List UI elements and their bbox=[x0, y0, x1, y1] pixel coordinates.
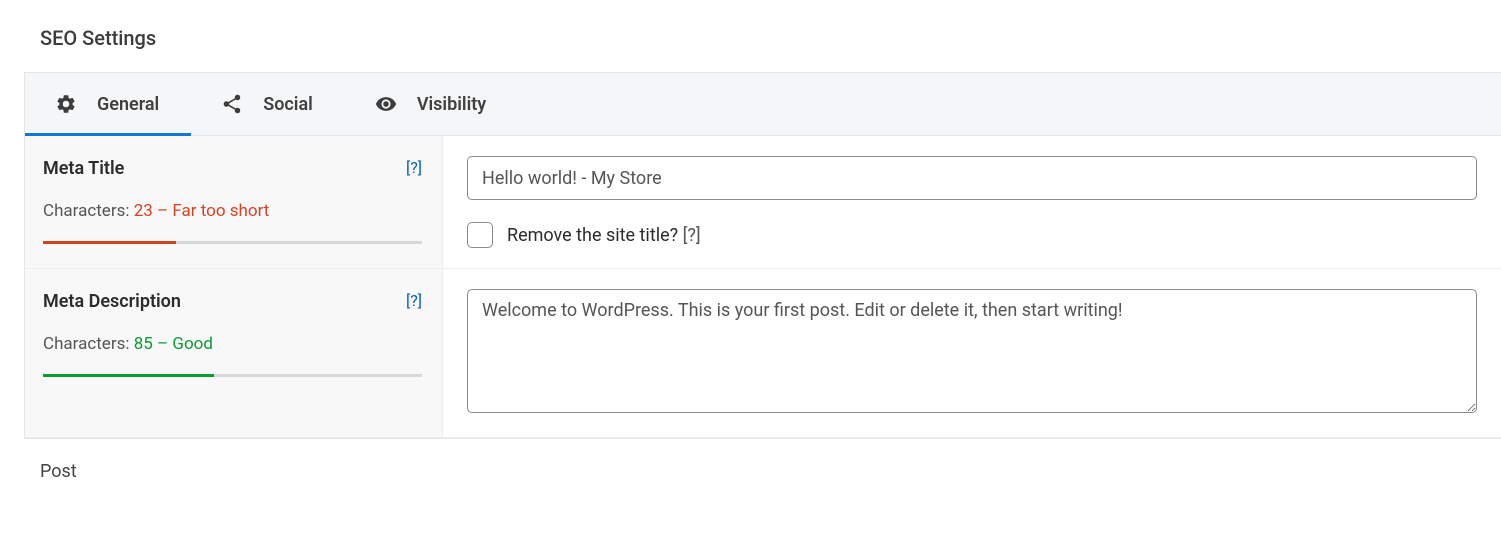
tab-label-visibility: Visibility bbox=[417, 94, 486, 115]
meta-description-char-line: Characters: 85 – Good bbox=[43, 334, 422, 354]
meta-title-input[interactable] bbox=[467, 156, 1477, 200]
gear-icon bbox=[55, 93, 77, 115]
tab-label-general: General bbox=[97, 94, 159, 115]
footer-post-label: Post bbox=[0, 439, 1501, 482]
char-count: 85 bbox=[134, 334, 153, 354]
settings-body: Meta Title [?] Characters: 23 – Far too … bbox=[25, 136, 1501, 438]
meta-description-row: Meta Description [?] Characters: 85 – Go… bbox=[25, 269, 1501, 438]
meta-title-char-line: Characters: 23 – Far too short bbox=[43, 201, 422, 221]
meta-description-progress bbox=[43, 374, 422, 377]
tab-social[interactable]: Social bbox=[191, 73, 345, 135]
char-status: – Good bbox=[153, 334, 213, 354]
meta-description-progress-fill bbox=[43, 374, 214, 377]
meta-title-label: Meta Title bbox=[43, 158, 124, 179]
char-prefix: Characters: bbox=[43, 201, 134, 221]
meta-title-progress-fill bbox=[43, 241, 176, 244]
tab-visibility[interactable]: Visibility bbox=[345, 73, 518, 135]
meta-title-progress bbox=[43, 241, 422, 244]
tabs: General Social Visibility bbox=[25, 73, 1501, 136]
char-status: – Far too short bbox=[153, 201, 270, 221]
meta-description-input[interactable] bbox=[467, 289, 1477, 413]
share-icon bbox=[221, 93, 243, 115]
meta-title-left: Meta Title [?] Characters: 23 – Far too … bbox=[25, 136, 443, 268]
tab-label-social: Social bbox=[263, 94, 313, 115]
meta-title-right: Remove the site title? [?] bbox=[443, 136, 1501, 268]
meta-title-row: Meta Title [?] Characters: 23 – Far too … bbox=[25, 136, 1501, 269]
page-title: SEO Settings bbox=[0, 0, 1501, 72]
meta-description-label: Meta Description bbox=[43, 291, 181, 312]
eye-icon bbox=[375, 93, 397, 115]
remove-site-title-help[interactable]: [?] bbox=[683, 225, 701, 246]
meta-title-help[interactable]: [?] bbox=[406, 158, 422, 177]
meta-description-left: Meta Description [?] Characters: 85 – Go… bbox=[25, 269, 443, 437]
remove-site-title-row: Remove the site title? [?] bbox=[467, 222, 1477, 248]
remove-site-title-label: Remove the site title? [?] bbox=[507, 225, 701, 246]
seo-settings-panel: General Social Visibility Meta Title [?] bbox=[24, 72, 1501, 439]
meta-description-help[interactable]: [?] bbox=[406, 291, 422, 310]
tab-general[interactable]: General bbox=[25, 73, 191, 135]
char-count: 23 bbox=[134, 201, 153, 221]
char-prefix: Characters: bbox=[43, 334, 134, 354]
remove-site-title-checkbox[interactable] bbox=[467, 222, 493, 248]
meta-description-right bbox=[443, 269, 1501, 437]
